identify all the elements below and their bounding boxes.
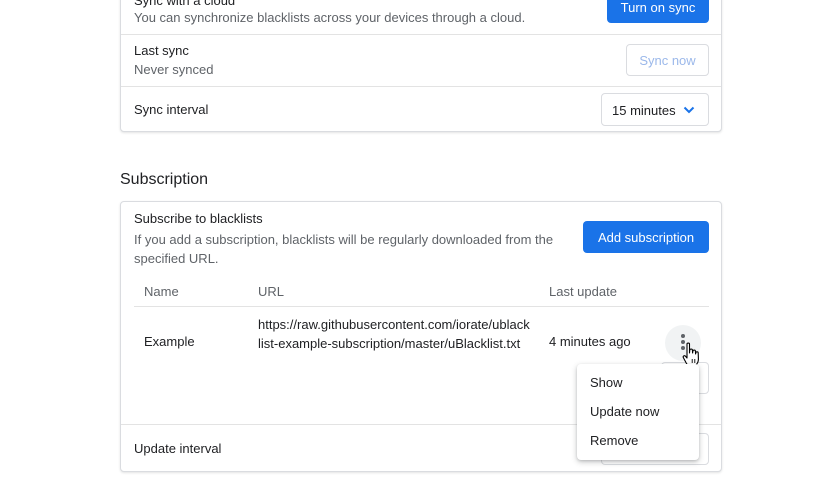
add-subscription-button[interactable]: Add subscription	[583, 221, 709, 253]
subscription-section-title: Subscription	[120, 171, 209, 188]
sync-description: You can synchronize blacklists across yo…	[134, 10, 526, 25]
sync-now-button[interactable]: Sync now	[626, 44, 709, 76]
row-actions-menu: Show Update now Remove	[577, 364, 699, 460]
menu-item-update-now[interactable]: Update now	[590, 404, 659, 419]
sync-card: Sync with a cloud You can synchronize bl…	[120, 0, 722, 132]
subscription-title: Subscribe to blacklists	[134, 211, 263, 226]
subscription-url: https://raw.githubusercontent.com/iorate…	[258, 317, 530, 351]
column-header-name: Name	[144, 284, 179, 299]
sync-interval-label: Sync interval	[134, 102, 209, 117]
last-sync-label: Last sync	[134, 43, 189, 58]
last-sync-row: Last sync Never synced Sync now	[121, 34, 721, 87]
sync-interval-select[interactable]: 15 minutes	[601, 93, 709, 126]
table-header-row: Name URL Last update	[134, 278, 709, 307]
column-header-url: URL	[258, 284, 285, 299]
menu-item-show[interactable]: Show	[590, 375, 623, 390]
subscription-name: Example	[144, 334, 195, 349]
subscription-description: If you add a subscription, blacklists wi…	[134, 232, 554, 266]
menu-item-remove[interactable]: Remove	[590, 433, 638, 448]
last-sync-value: Never synced	[134, 62, 214, 77]
subscription-last-update: 4 minutes ago	[549, 334, 631, 349]
sync-cloud-row: Sync with a cloud You can synchronize bl…	[121, 0, 721, 34]
update-interval-label: Update interval	[134, 441, 222, 456]
column-header-last-update: Last update	[549, 284, 617, 299]
chevron-down-icon	[683, 106, 695, 114]
sync-title: Sync with a cloud	[134, 0, 236, 8]
turn-on-sync-button[interactable]: Turn on sync	[607, 0, 709, 23]
sync-interval-row: Sync interval 15 minutes	[121, 86, 721, 133]
sync-interval-value: 15 minutes	[612, 103, 676, 118]
